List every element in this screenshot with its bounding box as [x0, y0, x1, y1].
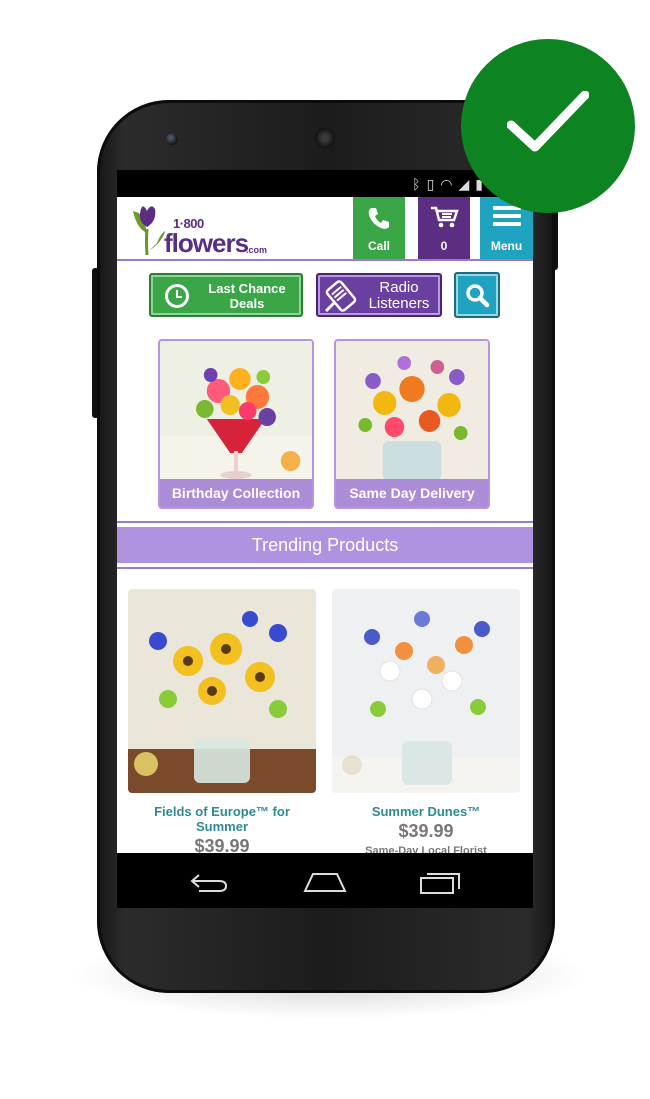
bluetooth-icon: ᛒ: [412, 176, 421, 192]
menu-label: Menu: [490, 239, 523, 253]
site-logo[interactable]: 1·800 flowers .com: [127, 203, 268, 258]
section-divider: [117, 521, 533, 523]
radio-listeners-button[interactable]: Radio Listeners: [316, 273, 442, 317]
earpiece-speaker: [315, 128, 335, 148]
product-card[interactable]: Summer Dunes™ $39.99 Same-Day Local Flor…: [332, 589, 520, 853]
collection-caption: Same Day Delivery: [336, 479, 488, 507]
phone-screen: ᛒ ▯ ◠ ◢ ▮ 1·800 flowers .com Call 0 Menu…: [117, 170, 533, 908]
checkmark-icon: [507, 91, 589, 152]
site-header: 1·800 flowers .com Call 0 Menu: [117, 197, 533, 261]
cart-button[interactable]: 0: [418, 197, 470, 259]
wifi-icon: ◠: [440, 176, 453, 192]
fields-of-europe-image: [128, 589, 316, 793]
search-button[interactable]: [454, 272, 500, 318]
call-button[interactable]: Call: [353, 197, 405, 259]
product-name[interactable]: Summer Dunes™: [332, 804, 520, 819]
summer-dunes-image: [332, 589, 520, 793]
cart-icon: [431, 206, 459, 228]
search-icon: [466, 284, 490, 308]
home-icon[interactable]: [303, 871, 347, 893]
birthday-bouquet-image: [160, 341, 312, 481]
product-price: $39.99: [194, 836, 250, 853]
same-day-delivery-tile[interactable]: Same Day Delivery: [334, 339, 490, 509]
android-navigation-bar: [117, 853, 533, 908]
back-icon[interactable]: [189, 871, 229, 893]
logo-suffix: .com: [246, 245, 268, 255]
status-bar: ᛒ ▯ ◠ ◢ ▮: [117, 170, 533, 197]
product-card[interactable]: Fields of Europe™ for Summer $39.99: [128, 589, 316, 853]
last-chance-deals-button[interactable]: Last Chance Deals: [149, 273, 303, 317]
cart-count: 0: [440, 239, 448, 253]
radio-label: Radio Listeners: [368, 279, 430, 312]
section-divider: [117, 567, 533, 569]
product-price: $39.99: [398, 821, 454, 841]
call-label: Call: [367, 239, 390, 253]
radio-icon: [324, 280, 357, 313]
clock-icon: [165, 284, 189, 308]
tulip-icon: [133, 206, 165, 256]
product-delivery-note: Same-Day Local Florist: [365, 845, 487, 853]
deals-label: Last Chance Deals: [208, 281, 286, 311]
product-name[interactable]: Fields of Europe™ for Summer: [128, 804, 316, 834]
same-day-bouquet-image: [336, 341, 488, 481]
phone-icon: [368, 208, 389, 229]
recents-icon[interactable]: [419, 871, 461, 895]
signal-icon: ◢: [458, 176, 470, 192]
menu-icon: [492, 206, 521, 226]
collection-caption: Birthday Collection: [160, 479, 312, 507]
success-badge: [461, 39, 635, 213]
web-content: 1·800 flowers .com Call 0 Menu Last Chan…: [117, 197, 533, 853]
vibrate-icon: ▯: [426, 176, 435, 192]
trending-products-heading: Trending Products: [117, 527, 533, 563]
birthday-collection-tile[interactable]: Birthday Collection: [158, 339, 314, 509]
logo-wordmark: flowers: [164, 228, 249, 258]
front-camera: [166, 133, 178, 145]
